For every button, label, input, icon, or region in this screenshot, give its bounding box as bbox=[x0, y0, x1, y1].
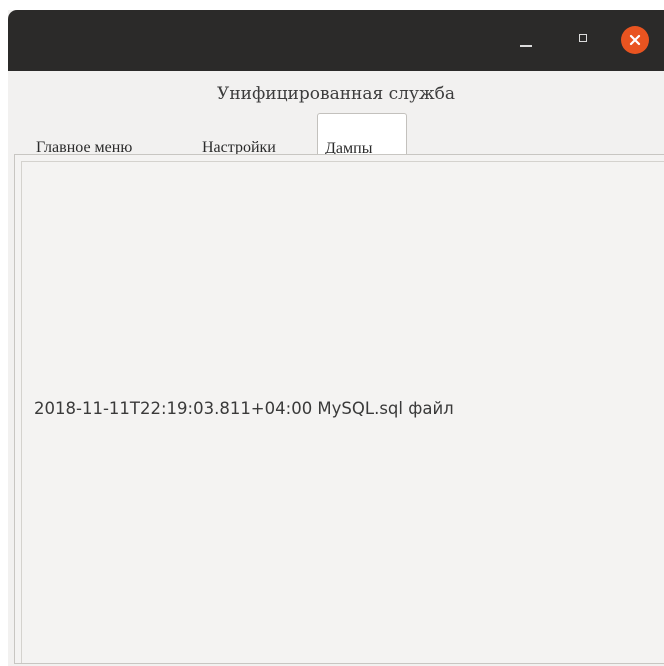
dump-list-item[interactable]: 2018-11-11T22:19:03.811+04:00 MySQL.sql … bbox=[34, 399, 454, 418]
close-icon bbox=[629, 34, 641, 46]
close-button[interactable] bbox=[621, 26, 649, 54]
minimize-icon[interactable] bbox=[515, 28, 539, 52]
dumps-panel: 2018-11-11T22:19:03.811+04:00 MySQL.sql … bbox=[14, 154, 664, 664]
maximize-icon[interactable] bbox=[572, 28, 596, 52]
app-title: Унифицированная служба bbox=[217, 84, 455, 104]
dumps-list: 2018-11-11T22:19:03.811+04:00 MySQL.sql … bbox=[21, 161, 664, 663]
window-titlebar[interactable] bbox=[8, 10, 664, 71]
